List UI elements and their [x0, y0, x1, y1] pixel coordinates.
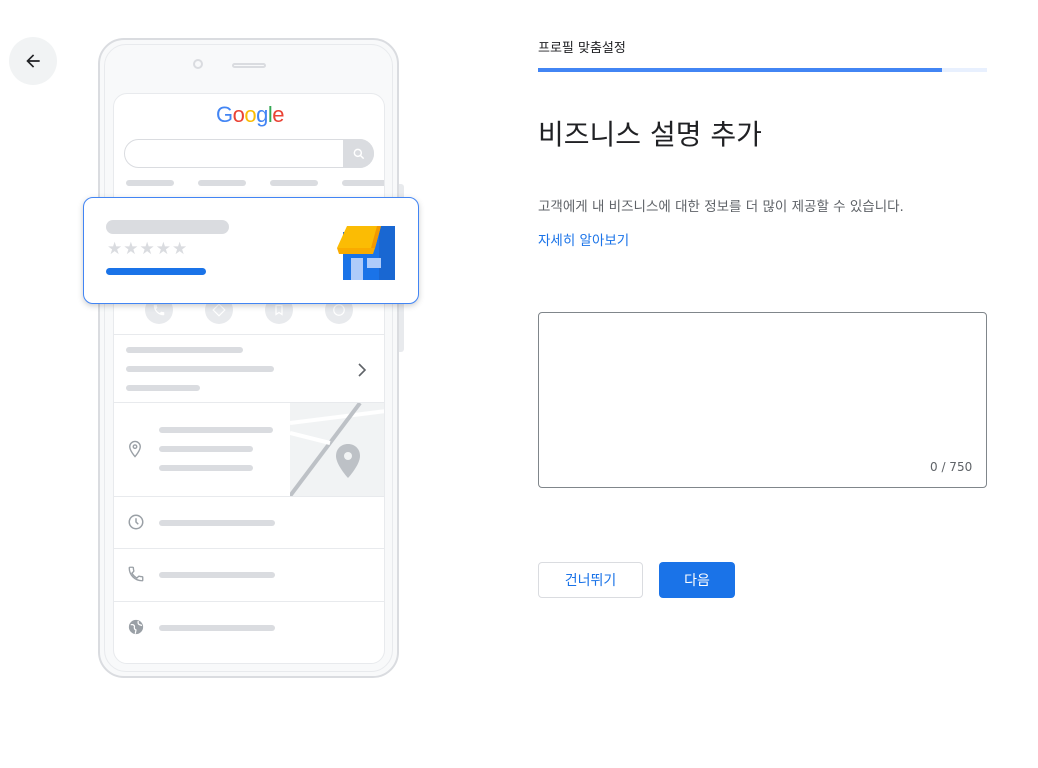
address-line — [159, 446, 253, 452]
progress-bar-fill — [538, 68, 942, 72]
step-label: 프로필 맞춤설정 — [538, 41, 626, 56]
phone-speaker — [232, 63, 266, 68]
map-thumbnail — [290, 403, 384, 496]
website-line — [159, 625, 275, 631]
back-button[interactable] — [9, 37, 57, 85]
storefront-icon — [337, 226, 395, 280]
phone-icon — [128, 566, 144, 582]
chevron-right-icon — [358, 363, 367, 377]
clock-icon — [128, 514, 144, 530]
tab-placeholder — [270, 180, 318, 186]
page-title: 비즈니스 설명 추가 — [538, 118, 762, 151]
location-pin-icon — [129, 440, 141, 458]
divider — [114, 601, 384, 602]
next-button[interactable]: 다음 — [659, 562, 735, 598]
illustration-search-button — [343, 139, 374, 168]
business-card-illustration: ★★★★★ — [83, 197, 419, 304]
map-pin-icon — [336, 444, 360, 478]
divider — [114, 334, 384, 335]
divider — [114, 496, 384, 497]
google-logo: Google — [215, 102, 285, 127]
info-line — [126, 347, 243, 353]
character-counter: 0 / 750 — [930, 460, 973, 474]
hours-line — [159, 520, 275, 526]
business-description-input[interactable] — [538, 312, 987, 488]
info-line — [126, 366, 274, 372]
info-line — [126, 385, 200, 391]
skip-button[interactable]: 건너뛰기 — [538, 562, 643, 598]
search-icon — [353, 148, 364, 159]
phone-line — [159, 572, 275, 578]
business-name-placeholder — [106, 220, 229, 234]
learn-more-link[interactable]: 자세히 알아보기 — [538, 229, 629, 249]
phone-screen: Google — [113, 93, 385, 664]
globe-icon — [128, 619, 144, 635]
phone-camera — [193, 59, 203, 69]
address-line — [159, 465, 253, 471]
tab-placeholder — [342, 180, 384, 186]
description-text: 고객에게 내 비즈니스에 대한 정보를 더 많이 제공할 수 있습니다. — [538, 199, 904, 215]
address-line — [159, 427, 273, 433]
highlight-bar — [106, 268, 206, 275]
divider — [114, 548, 384, 549]
tab-placeholder — [126, 180, 174, 186]
rating-stars: ★★★★★ — [107, 239, 189, 259]
illustration-search-box — [124, 139, 374, 168]
arrow-back-icon — [26, 54, 40, 68]
tab-placeholder — [198, 180, 246, 186]
